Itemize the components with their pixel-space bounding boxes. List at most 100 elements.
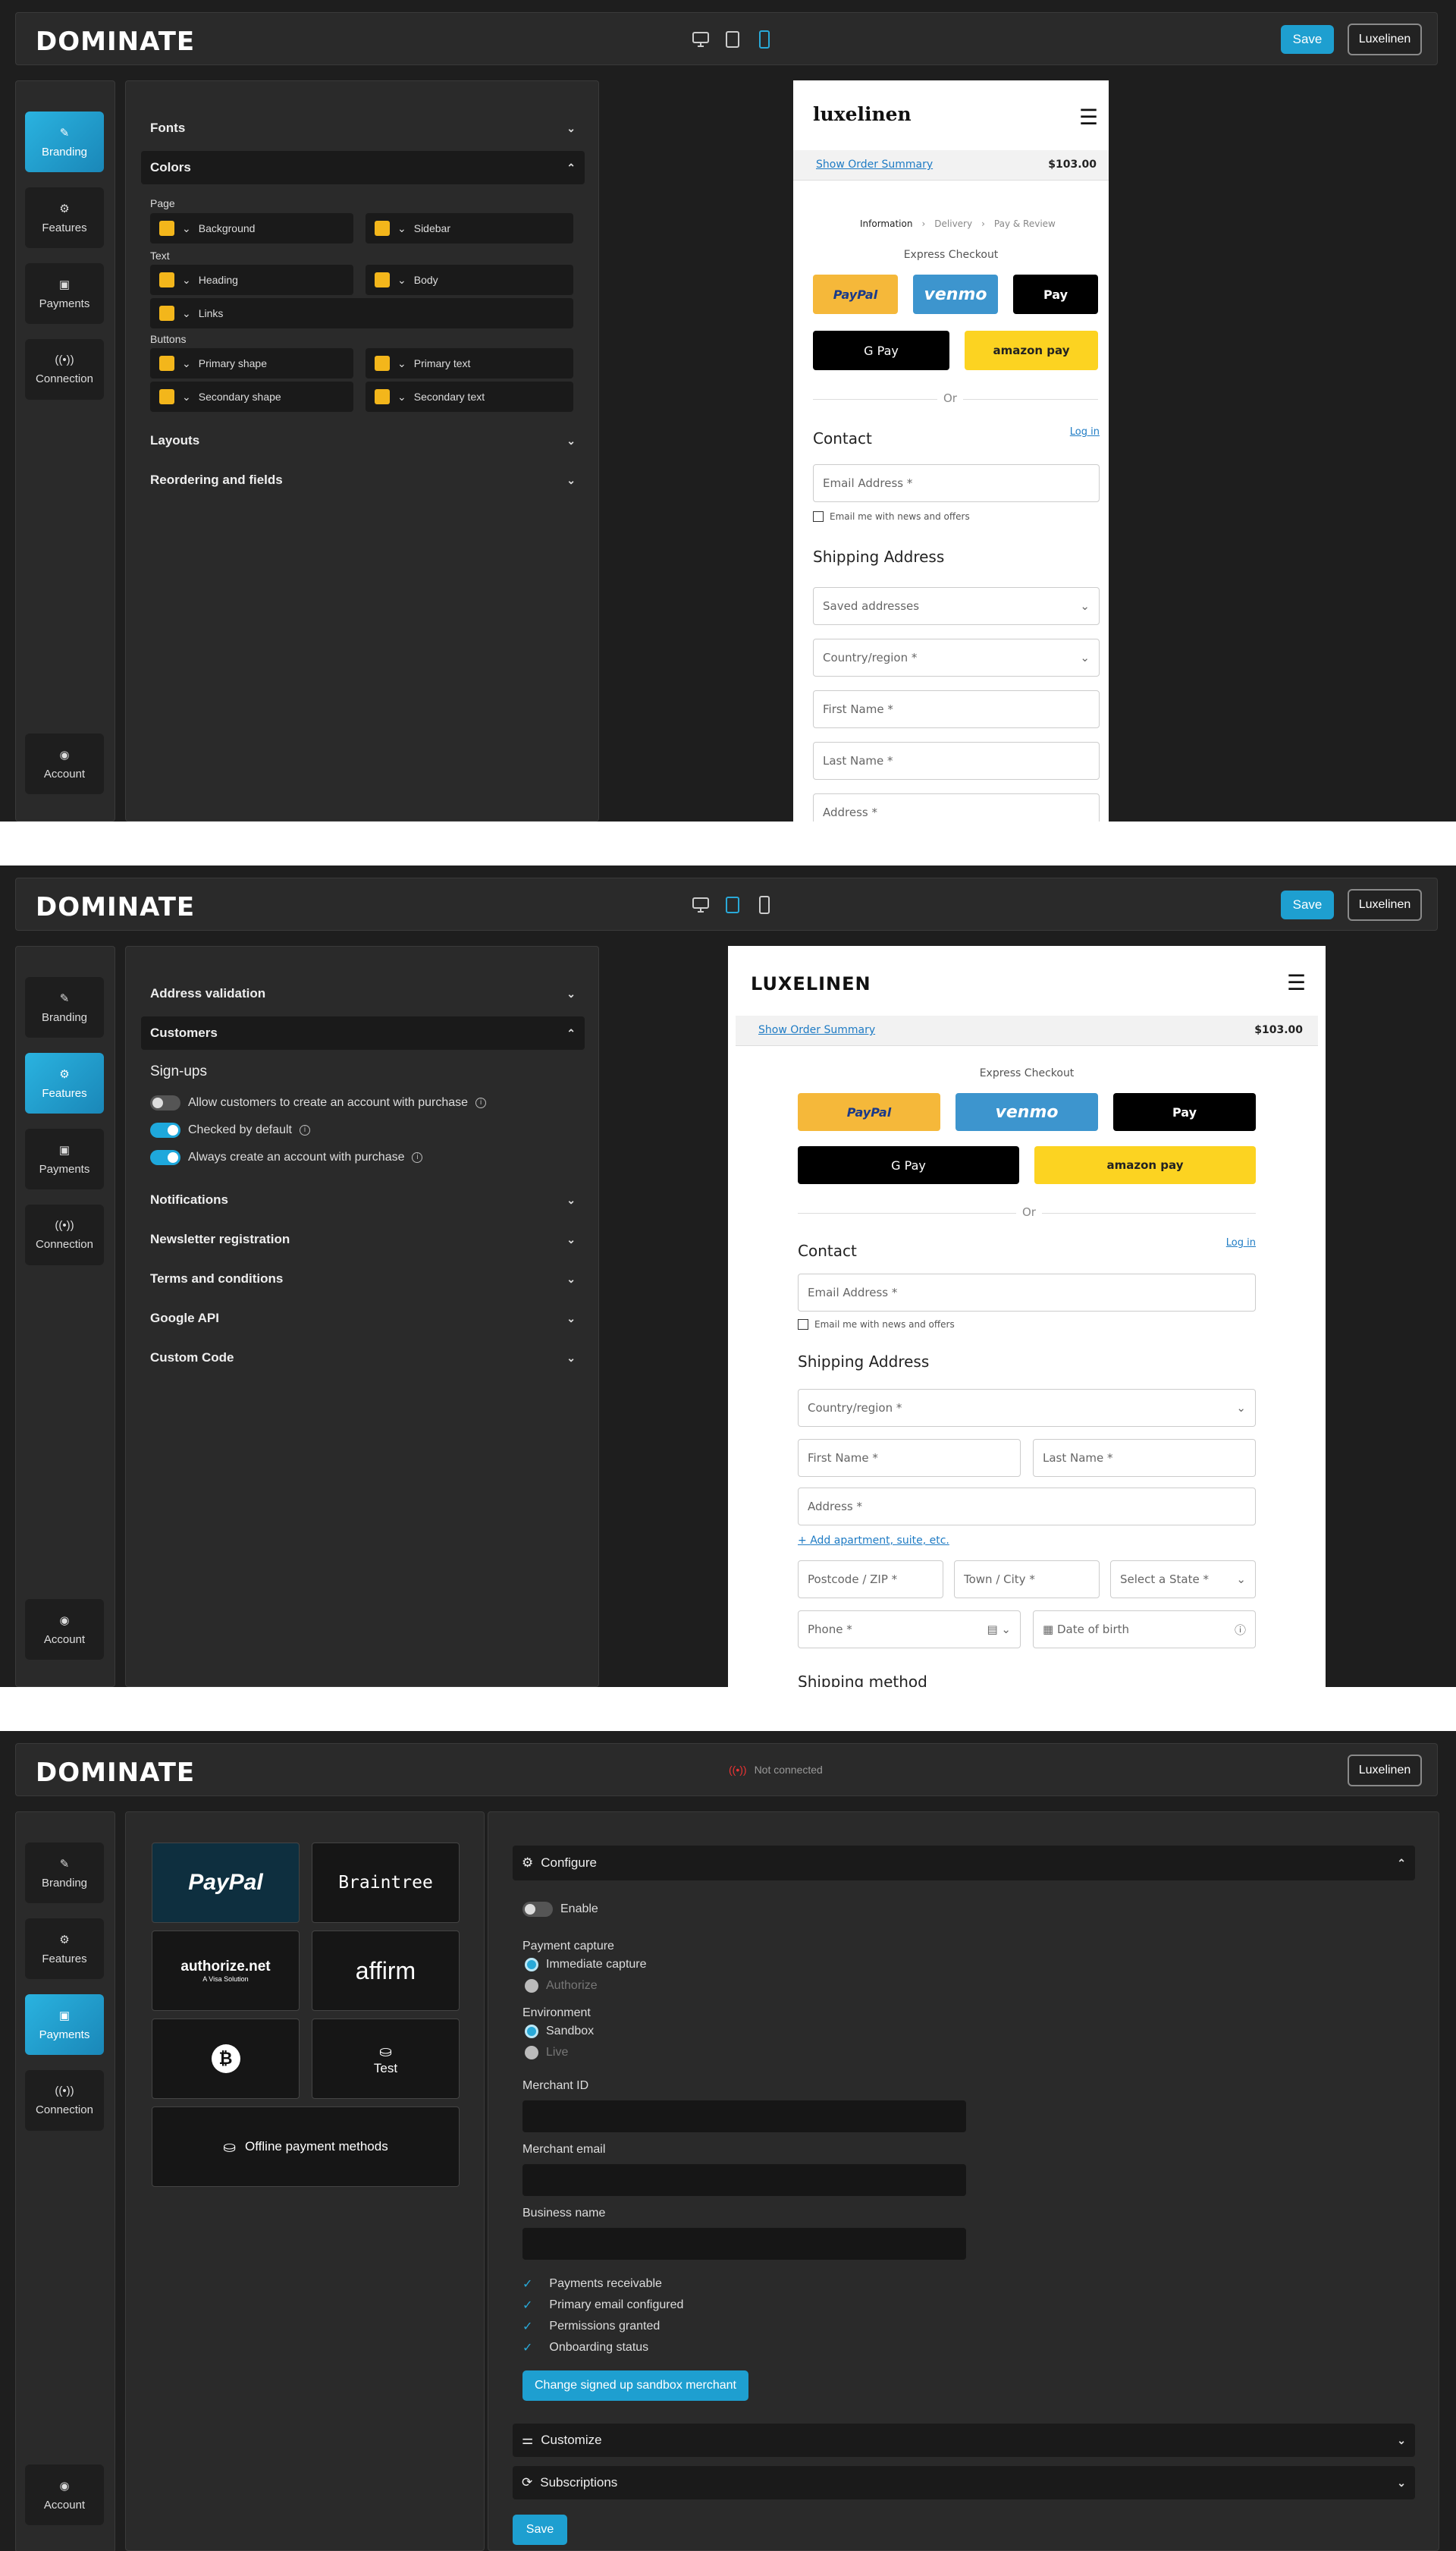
nav-payments[interactable]: ▣ Payments [25,1994,104,2055]
nav-features[interactable]: ⚙ Features [25,1053,104,1114]
postcode-input[interactable]: Postcode / ZIP * [798,1560,943,1598]
merchant-email-input[interactable] [522,2164,966,2196]
tablet-view-icon[interactable] [723,28,742,51]
toggle[interactable] [150,1095,180,1111]
accordion-newsletter[interactable]: Newsletter registration ⌄ [141,1223,585,1256]
save-config-button[interactable]: Save [513,2515,567,2545]
newsletter-checkbox[interactable]: Email me with news and offers [798,1319,955,1330]
accordion-notifications[interactable]: Notifications ⌄ [141,1183,585,1217]
radio-authorize[interactable]: Authorize [525,1979,598,1993]
email-input[interactable]: Email Address * [813,464,1100,502]
first-name-input[interactable]: First Name * [798,1439,1021,1477]
country-select[interactable]: Country/region * ⌄ [798,1389,1256,1427]
desktop-view-icon[interactable] [691,894,711,916]
login-link[interactable]: Log in [1070,426,1100,438]
affirm-method[interactable]: affirm [312,1931,460,2011]
tablet-view-icon[interactable] [723,894,742,916]
accordion-customize[interactable]: ⚌ Customize ⌄ [513,2424,1415,2457]
amazonpay-button[interactable]: amazon pay [1034,1146,1256,1184]
login-link[interactable]: Log in [1226,1237,1256,1249]
paypal-method[interactable]: PayPal [152,1843,300,1923]
nav-features[interactable]: ⚙ Features [25,187,104,248]
nav-branding[interactable]: ✎ Branding [25,112,104,172]
color-secondary-text[interactable]: ⌄ Secondary text [366,382,573,412]
applepay-button[interactable]: Pay [1113,1093,1256,1131]
color-secondary-shape[interactable]: ⌄ Secondary shape [150,382,353,412]
order-summary-link[interactable]: Show Order Summary [758,1024,875,1036]
accordion-customers[interactable]: Customers ⌃ [141,1016,585,1050]
color-heading[interactable]: ⌄ Heading [150,265,353,295]
nav-branding[interactable]: ✎ Branding [25,977,104,1038]
applepay-button[interactable]: Pay [1013,275,1098,314]
nav-payments[interactable]: ▣ Payments [25,263,104,324]
breadcrumb-item[interactable]: Information [860,218,912,229]
us-flag-icon[interactable]: ▤ ⌄ [987,1623,1011,1636]
braintree-method[interactable]: Braintree [312,1843,460,1923]
color-sidebar[interactable]: ⌄ Sidebar [366,213,573,243]
merchant-id-input[interactable] [522,2100,966,2132]
add-apartment-link[interactable]: + Add apartment, suite, etc. [798,1535,949,1547]
mobile-view-icon[interactable] [755,28,774,51]
accordion-subscriptions[interactable]: ⟳ Subscriptions ⌄ [513,2466,1415,2499]
accordion-colors[interactable]: Colors ⌃ [141,151,585,184]
venmo-button[interactable]: venmo [913,275,998,314]
color-body[interactable]: ⌄ Body [366,265,573,295]
accordion-configure[interactable]: ⚙ Configure ⌃ [513,1846,1415,1880]
store-button[interactable]: Luxelinen [1348,889,1422,921]
nav-connection[interactable]: ((•)) Connection [25,339,104,400]
nav-account[interactable]: ◉ Account [25,734,104,794]
nav-connection[interactable]: ((•)) Connection [25,1205,104,1265]
store-button[interactable]: Luxelinen [1348,1755,1422,1786]
business-name-input[interactable] [522,2228,966,2260]
last-name-input[interactable]: Last Name * [1033,1439,1256,1477]
country-select[interactable]: Country/region * ⌄ [813,639,1100,677]
last-name-input[interactable]: Last Name * [813,742,1100,780]
nav-features[interactable]: ⚙ Features [25,1918,104,1979]
accordion-reordering[interactable]: Reordering and fields ⌄ [141,463,585,497]
bitcoin-method[interactable]: ₿ [152,2018,300,2099]
color-primary-shape[interactable]: ⌄ Primary shape [150,348,353,379]
accordion-fonts[interactable]: Fonts ⌄ [141,112,585,145]
accordion-layouts[interactable]: Layouts ⌄ [141,424,585,457]
menu-icon[interactable]: ☰ [1287,970,1306,995]
color-links[interactable]: ⌄ Links [150,298,573,328]
info-icon[interactable]: i [475,1098,487,1108]
toggle[interactable] [150,1123,180,1138]
save-button[interactable]: Save [1281,891,1334,919]
radio-live[interactable]: Live [525,2046,568,2059]
nav-account[interactable]: ◉ Account [25,1599,104,1660]
authorize-net-method[interactable]: authorize.net A Visa Solution [152,1931,300,2011]
email-input[interactable]: Email Address * [798,1274,1256,1312]
dob-input[interactable]: ▦ Date of birth ⓘ [1033,1610,1256,1648]
accordion-terms[interactable]: Terms and conditions ⌄ [141,1262,585,1296]
address-input[interactable]: Address * [813,793,1100,822]
nav-branding[interactable]: ✎ Branding [25,1843,104,1903]
newsletter-checkbox[interactable]: Email me with news and offers [813,511,970,522]
gpay-button[interactable]: G Pay [813,331,949,370]
info-icon[interactable]: i [299,1125,310,1136]
store-button[interactable]: Luxelinen [1348,24,1422,55]
saved-addresses-select[interactable]: Saved addresses ⌄ [813,587,1100,625]
toggle[interactable] [150,1150,180,1165]
state-select[interactable]: Select a State * ⌄ [1110,1560,1256,1598]
color-primary-text[interactable]: ⌄ Primary text [366,348,573,379]
enable-toggle[interactable] [522,1902,553,1917]
gpay-button[interactable]: G Pay [798,1146,1019,1184]
nav-payments[interactable]: ▣ Payments [25,1129,104,1189]
radio-sandbox[interactable]: Sandbox [525,2025,594,2038]
accordion-address-validation[interactable]: Address validation ⌄ [141,977,585,1010]
breadcrumb-item[interactable]: Delivery [934,218,972,229]
nav-account[interactable]: ◉ Account [25,2465,104,2525]
address-input[interactable]: Address * [798,1488,1256,1525]
radio-immediate[interactable]: Immediate capture [525,1958,647,1971]
menu-icon[interactable]: ☰ [1079,105,1098,130]
venmo-button[interactable]: venmo [956,1093,1098,1131]
paypal-button[interactable]: PayPal [798,1093,940,1131]
change-merchant-button[interactable]: Change signed up sandbox merchant [522,2370,748,2401]
info-icon[interactable]: i [412,1152,423,1163]
order-summary-link[interactable]: Show Order Summary [816,159,933,171]
phone-input[interactable]: Phone * ▤ ⌄ [798,1610,1021,1648]
nav-connection[interactable]: ((•)) Connection [25,2070,104,2131]
mobile-view-icon[interactable] [755,894,774,916]
amazonpay-button[interactable]: amazon pay [965,331,1098,370]
